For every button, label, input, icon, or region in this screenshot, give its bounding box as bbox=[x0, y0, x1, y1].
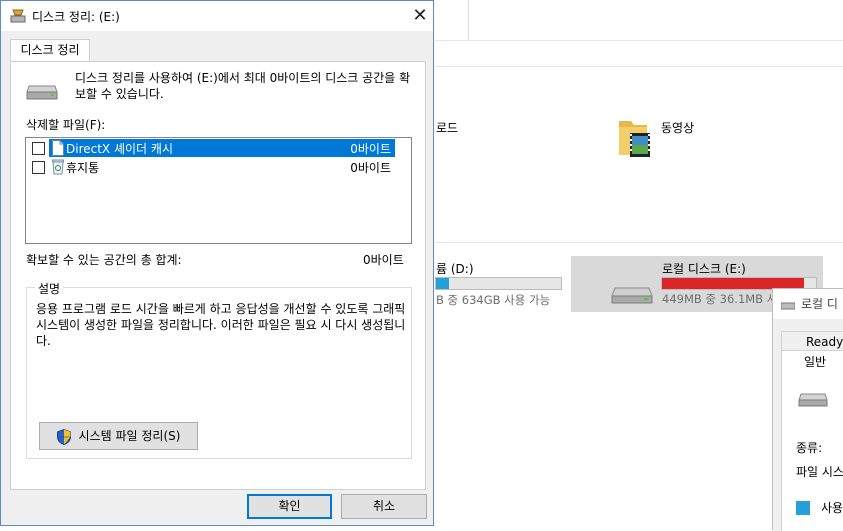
tab-readyboost[interactable]: ReadyB bbox=[781, 331, 843, 351]
list-item[interactable]: 휴지통 0바이트 bbox=[29, 158, 395, 176]
quick-access-item-label[interactable]: 로드 bbox=[436, 119, 458, 136]
drive-large-icon bbox=[798, 393, 828, 412]
total-space-label: 확보할 수 있는 공간의 총 합계: bbox=[26, 253, 182, 267]
window-title: 디스크 정리: (E:) bbox=[32, 10, 120, 24]
clean-system-files-button[interactable]: 시스템 파일 정리(S) bbox=[39, 422, 198, 450]
title-bar[interactable]: 디스크 정리: (E:) ✕ bbox=[1, 1, 433, 31]
type-label: 종류: bbox=[796, 441, 823, 455]
drive-e-info: 449MB 중 36.1MB 사 bbox=[662, 292, 778, 306]
cancel-button[interactable]: 취소 bbox=[341, 494, 427, 519]
files-listbox[interactable]: DirectX 셰이더 캐시 0바이트 휴지통 0바이트 bbox=[25, 137, 412, 244]
item-checkbox[interactable] bbox=[32, 142, 45, 155]
properties-title: 로컬 디 bbox=[801, 297, 838, 311]
uac-shield-icon bbox=[57, 428, 71, 454]
list-item-size: 0바이트 bbox=[350, 161, 391, 175]
divider bbox=[435, 66, 843, 67]
list-item-label: 휴지통 bbox=[66, 161, 100, 175]
drive-d-info: B 중 634GB 사용 가능 bbox=[436, 293, 551, 307]
clean-system-files-label: 시스템 파일 정리(S) bbox=[78, 429, 181, 443]
description-caption: 설명 bbox=[35, 280, 64, 297]
close-icon[interactable]: ✕ bbox=[409, 5, 431, 27]
file-icon bbox=[52, 140, 64, 159]
properties-window[interactable]: 로컬 디 ReadyB 일반 종류: 파일 시스 사용 bbox=[772, 288, 843, 531]
cleanup-description: 디스크 정리를 사용하여 (E:)에서 최대 0바이트의 디스크 공간을 확보할… bbox=[75, 71, 411, 101]
disk-cleanup-dialog[interactable]: 디스크 정리: (E:) ✕ 디스크 정리 디스크 정리를 사용하여 (E:)에… bbox=[0, 0, 434, 526]
list-item-label: DirectX 셰이더 캐시 bbox=[66, 142, 173, 156]
item-checkbox[interactable] bbox=[32, 161, 45, 174]
drive-d-usage-fill bbox=[436, 278, 449, 289]
drive-icon bbox=[780, 299, 796, 313]
explorer-toolbar bbox=[435, 0, 843, 40]
description-text: 응용 프로그램 로드 시간을 빠르게 하고 응답성을 개선할 수 있도록 그래픽… bbox=[36, 302, 406, 348]
divider bbox=[435, 242, 843, 243]
drive-e-label: 로컬 디스크 (E:) bbox=[662, 262, 746, 276]
hard-drive-icon bbox=[611, 286, 653, 309]
properties-panel: 일반 종류: 파일 시스 사용 bbox=[781, 351, 843, 531]
videos-folder-label[interactable]: 동영상 bbox=[661, 119, 694, 136]
recycle-bin-icon bbox=[52, 159, 64, 178]
filesystem-label: 파일 시스 bbox=[796, 465, 843, 479]
drive-d-label[interactable]: 륨 (D:) bbox=[436, 260, 474, 277]
divider bbox=[435, 40, 843, 41]
disk-cleanup-panel: 디스크 정리를 사용하여 (E:)에서 최대 0바이트의 디스크 공간을 확보할… bbox=[10, 61, 426, 490]
toolbar-divider bbox=[468, 0, 469, 40]
ok-button[interactable]: 확인 bbox=[247, 494, 332, 519]
disk-cleanup-icon bbox=[10, 9, 26, 26]
tab-disk-cleanup[interactable]: 디스크 정리 bbox=[10, 39, 90, 62]
used-space-label: 사용 bbox=[821, 501, 843, 515]
list-item[interactable]: DirectX 셰이더 캐시 0바이트 bbox=[29, 139, 395, 157]
files-to-delete-label: 삭제할 파일(F): bbox=[26, 118, 106, 132]
total-space-value: 0바이트 bbox=[363, 253, 404, 267]
properties-body: ReadyB 일반 종류: 파일 시스 사용 bbox=[773, 319, 843, 531]
videos-folder-icon[interactable] bbox=[617, 117, 653, 157]
hard-drive-icon bbox=[26, 84, 58, 105]
used-space-swatch bbox=[796, 501, 810, 515]
drive-d-usage-bar bbox=[435, 277, 562, 290]
list-item-size: 0바이트 bbox=[350, 142, 391, 156]
tab-general-label[interactable]: 일반 bbox=[804, 353, 826, 370]
